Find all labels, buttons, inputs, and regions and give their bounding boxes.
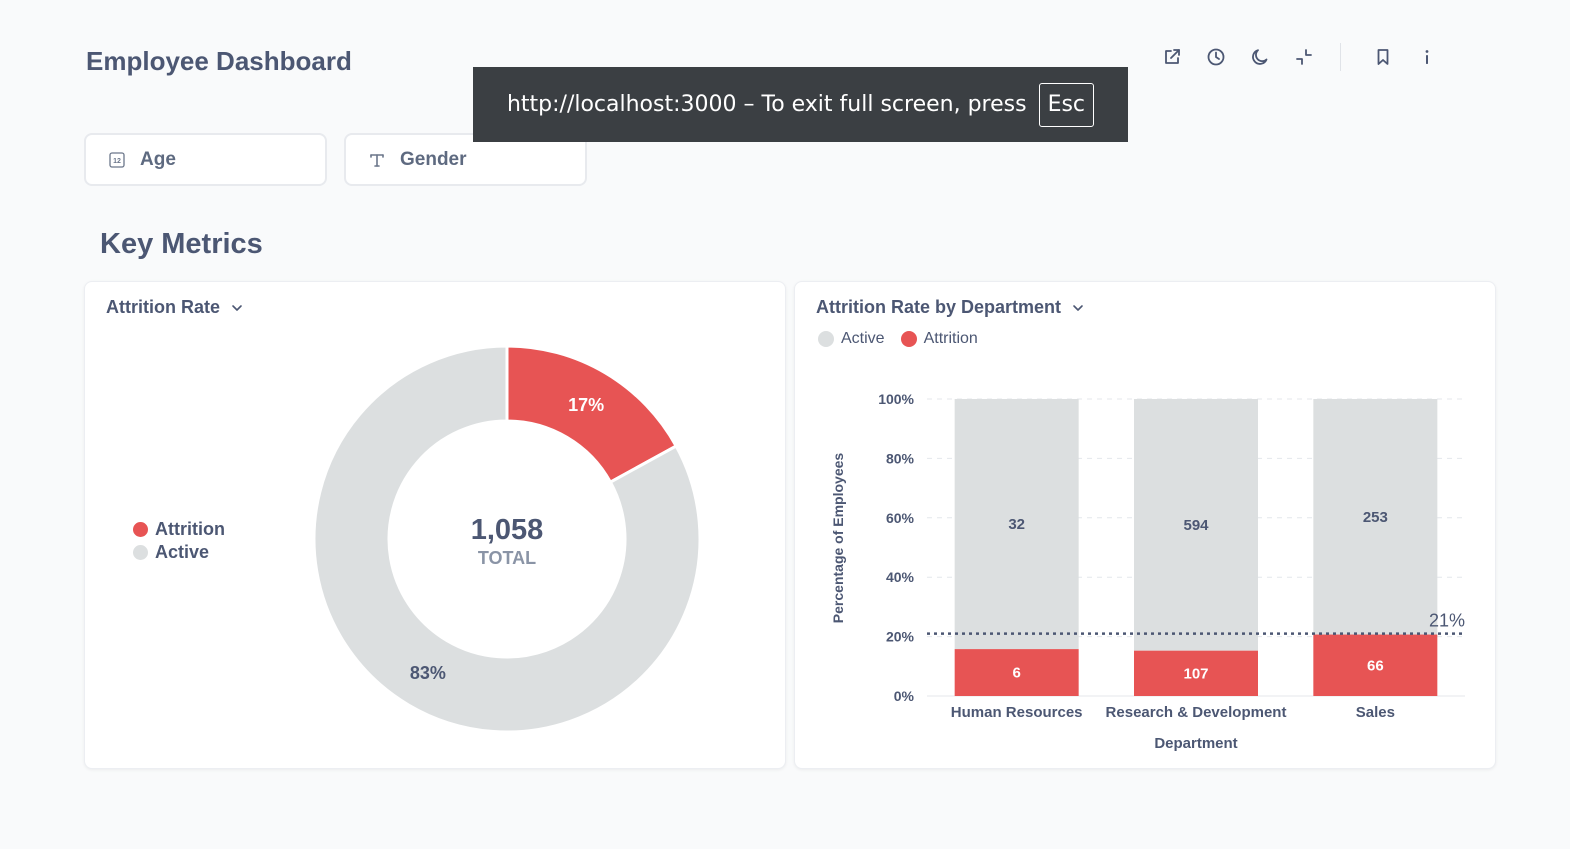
- section-title: Key Metrics: [100, 228, 263, 260]
- x-tick-label: Research & Development: [1106, 704, 1287, 721]
- x-tick-label: Human Resources: [951, 704, 1083, 721]
- exit-fullscreen-icon[interactable]: [1282, 40, 1326, 74]
- filter-age-label: Age: [140, 148, 176, 170]
- svg-text:12: 12: [113, 158, 121, 165]
- y-tick-label: 20%: [886, 629, 915, 645]
- bar-value-attrition: 107: [1183, 665, 1208, 682]
- filter-age[interactable]: 12 Age: [84, 133, 327, 186]
- page-title: Employee Dashboard: [86, 46, 352, 76]
- y-tick-label: 80%: [886, 450, 915, 466]
- y-axis-label: Percentage of Employees: [830, 453, 846, 624]
- attrition-rate-card: Attrition Rate Attrition Active 17% 83% 1…: [84, 281, 786, 769]
- bar-value-attrition: 66: [1367, 657, 1384, 674]
- number-icon: 12: [108, 151, 126, 169]
- donut-chart: 17% 83% 1,058 TOTAL: [312, 344, 702, 734]
- goal-line-label: 21%: [1429, 611, 1465, 631]
- department-attrition-card: Attrition Rate by Department Active Attr…: [794, 281, 1496, 769]
- donut-total-label: TOTAL: [478, 548, 536, 568]
- donut-slice-label-active: 83%: [410, 663, 446, 683]
- bar-value-attrition: 6: [1012, 665, 1020, 682]
- donut-total-value: 1,058: [471, 514, 544, 546]
- bar-value-active: 253: [1363, 509, 1388, 526]
- header-actions: [1150, 40, 1449, 74]
- y-tick-label: 0%: [894, 688, 915, 704]
- clock-icon[interactable]: [1194, 40, 1238, 74]
- text-type-icon: [368, 151, 386, 169]
- y-tick-label: 60%: [886, 510, 915, 526]
- donut-slice-label-attrition: 17%: [568, 395, 604, 415]
- toast-text: http://localhost:3000 – To exit full scr…: [506, 92, 1027, 117]
- info-icon[interactable]: [1405, 40, 1449, 74]
- stacked-bar-chart: 0% 20% 40% 60% 80% 100% 32 6 Human Resources 594…: [830, 391, 1465, 752]
- y-tick-label: 100%: [878, 391, 914, 407]
- share-icon[interactable]: [1150, 40, 1194, 74]
- x-tick-label: Sales: [1356, 704, 1395, 721]
- x-axis-label: Department: [1154, 735, 1237, 752]
- fullscreen-toast: http://localhost:3000 – To exit full scr…: [473, 67, 1128, 142]
- bookmark-icon[interactable]: [1361, 40, 1405, 74]
- moon-icon[interactable]: [1238, 40, 1282, 74]
- bar-value-active: 594: [1183, 517, 1209, 534]
- y-tick-label: 40%: [886, 569, 915, 585]
- esc-key: Esc: [1038, 82, 1095, 127]
- header-divider: [1340, 43, 1341, 71]
- filter-gender-label: Gender: [400, 148, 467, 170]
- bar-value-active: 32: [1008, 516, 1025, 533]
